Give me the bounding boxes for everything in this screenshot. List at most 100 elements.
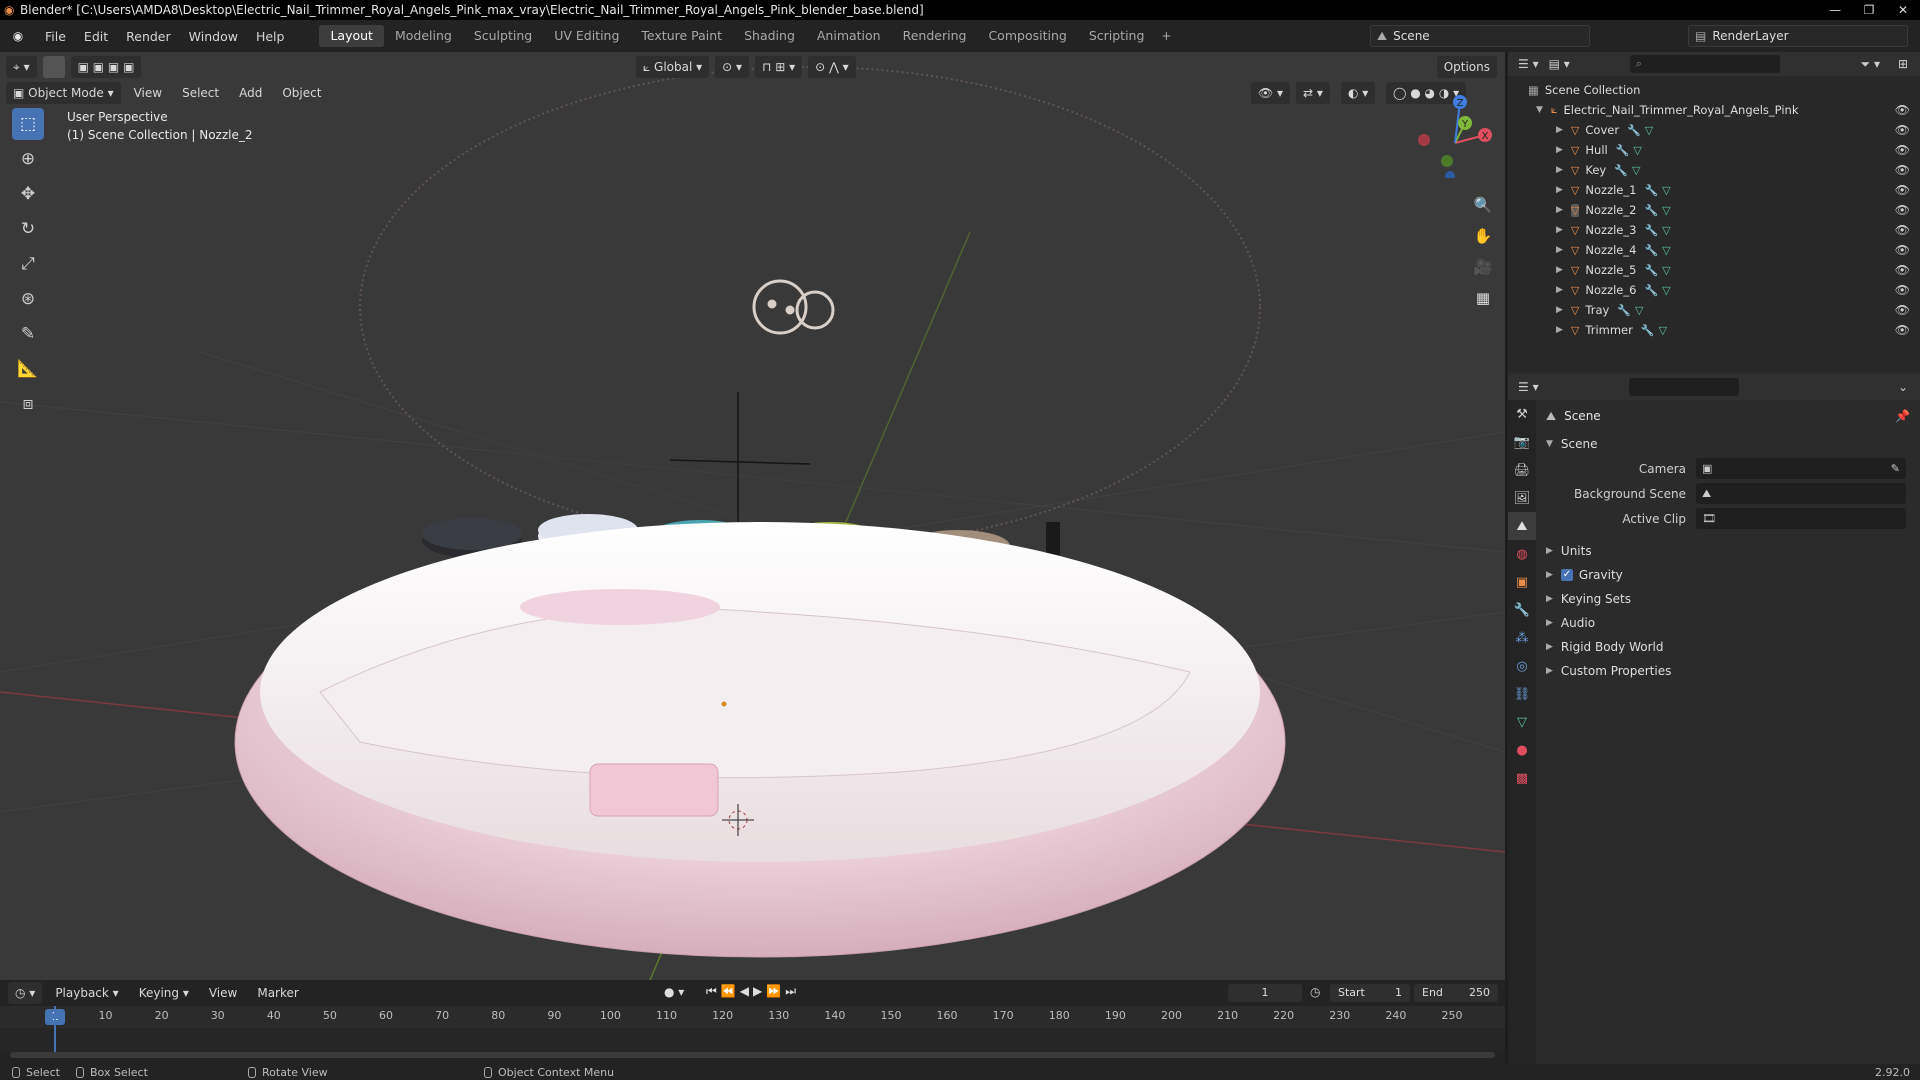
chevron-right-icon[interactable]: ▶	[1556, 225, 1563, 235]
overlay-toggle-button[interactable]: ◐ ▾	[1341, 82, 1376, 104]
data-tab-icon[interactable]: ▽	[1508, 708, 1536, 736]
render-tab-icon[interactable]: 📷	[1508, 428, 1536, 456]
gravity-checkbox[interactable]: ✓	[1560, 569, 1573, 581]
chevron-right-icon[interactable]: ▶	[1556, 165, 1563, 175]
mesh-data-icon[interactable]: ▽	[1635, 304, 1643, 317]
visibility-filter-button[interactable]: 👁 ▾	[1251, 82, 1291, 104]
eyedropper-icon[interactable]: ✎	[1891, 462, 1900, 475]
current-frame-field[interactable]: 1	[1228, 984, 1302, 1002]
rotate-tool-icon[interactable]: ↻	[12, 213, 44, 245]
outliner-search-input[interactable]: ⌕	[1629, 55, 1780, 73]
menu-edit[interactable]: Edit	[75, 29, 117, 44]
transform-tool-icon[interactable]: ⊛	[12, 283, 44, 315]
add-workspace-icon[interactable]: +	[1155, 25, 1177, 47]
visibility-eye-icon[interactable]: 👁	[1895, 203, 1910, 217]
gizmo-toggle-button[interactable]: ⇄ ▾	[1296, 82, 1330, 104]
camera-view-icon[interactable]: 🎥	[1468, 252, 1498, 282]
mesh-data-icon[interactable]: ▽	[1662, 224, 1670, 237]
snap-button[interactable]: ⊓ ⊞ ▾	[755, 56, 803, 78]
chevron-right-icon[interactable]: ▶	[1556, 245, 1563, 255]
scene-tab-icon[interactable]: ⛰	[1508, 512, 1536, 540]
visibility-eye-icon[interactable]: 👁	[1895, 323, 1910, 337]
tool-tab-icon[interactable]: ⚒	[1508, 400, 1536, 428]
mesh-data-icon[interactable]: ▽	[1662, 284, 1670, 297]
mesh-data-icon[interactable]: ▽	[1662, 244, 1670, 257]
modifier-icon[interactable]: 🔧	[1644, 224, 1658, 237]
chevron-right-icon[interactable]: ▶	[1556, 185, 1563, 195]
menu-playback[interactable]: Playback ▾	[48, 982, 125, 1004]
measure-tool-icon[interactable]: 📐	[12, 353, 44, 385]
visibility-eye-icon[interactable]: 👁	[1895, 283, 1910, 297]
mesh-data-icon[interactable]: ▽	[1662, 204, 1670, 217]
next-keyframe-icon[interactable]: ⏩	[766, 984, 785, 998]
chevron-down-icon[interactable]: ▼	[1536, 105, 1543, 115]
modifier-icon[interactable]: 🔧	[1644, 184, 1658, 197]
add-cube-tool-icon[interactable]: ⧈	[12, 388, 44, 420]
constraints-tab-icon[interactable]: ⛓	[1508, 680, 1536, 708]
modifier-tab-icon[interactable]: 🔧	[1508, 596, 1536, 624]
scale-tool-icon[interactable]: ⤢	[12, 248, 44, 280]
mesh-data-icon[interactable]: ▽	[1645, 124, 1653, 137]
chevron-right-icon[interactable]: ▶	[1556, 205, 1563, 215]
outliner-row-object[interactable]: ▶ ▽ Nozzle_4 🔧 ▽ 👁	[1508, 240, 1920, 260]
view-layer-tab-icon[interactable]: 🖼	[1508, 484, 1536, 512]
options-button[interactable]: Options	[1436, 56, 1497, 78]
cursor-tool-icon[interactable]: ⊕	[12, 143, 44, 175]
outliner-row-object[interactable]: ▶ ▽ Hull 🔧 ▽ 👁	[1508, 140, 1920, 160]
tab-modeling[interactable]: Modeling	[384, 25, 463, 47]
jump-end-icon[interactable]: ⏭	[785, 984, 800, 998]
tab-compositing[interactable]: Compositing	[977, 25, 1077, 47]
material-tab-icon[interactable]: ●	[1508, 736, 1536, 764]
close-button[interactable]: ✕	[1886, 0, 1920, 20]
panel-units[interactable]: ▶ Units	[1536, 539, 1920, 563]
visibility-eye-icon[interactable]: 👁	[1895, 263, 1910, 277]
mesh-data-icon[interactable]: ▽	[1633, 144, 1641, 157]
chevron-right-icon[interactable]: ▶	[1556, 325, 1563, 335]
proportional-edit-button[interactable]: ⊙ ⋀ ▾	[808, 56, 856, 78]
visibility-eye-icon[interactable]: 👁	[1895, 183, 1910, 197]
select-mode-button[interactable]	[42, 56, 65, 78]
modifier-icon[interactable]: 🔧	[1644, 264, 1658, 277]
modifier-icon[interactable]: 🔧	[1616, 144, 1630, 157]
output-tab-icon[interactable]: 🖨	[1508, 456, 1536, 484]
modifier-icon[interactable]: 🔧	[1641, 324, 1655, 337]
visibility-eye-icon[interactable]: 👁	[1895, 123, 1910, 137]
properties-search-input[interactable]	[1628, 378, 1739, 396]
tab-layout[interactable]: Layout	[319, 25, 384, 47]
texture-tab-icon[interactable]: ▩	[1508, 764, 1536, 792]
outliner-row-object[interactable]: ▶ ▽ Nozzle_3 🔧 ▽ 👁	[1508, 220, 1920, 240]
scene-selector[interactable]: ⛰ Scene	[1370, 25, 1590, 47]
menu-object[interactable]: Object	[275, 82, 328, 104]
tab-texture-paint[interactable]: Texture Paint	[630, 25, 733, 47]
chevron-right-icon[interactable]: ▶	[1556, 285, 1563, 295]
visibility-eye-icon[interactable]: 👁	[1895, 243, 1910, 257]
end-frame-field[interactable]: End 250	[1414, 984, 1498, 1002]
maximize-button[interactable]: ❐	[1852, 0, 1886, 20]
outliner-row-object[interactable]: ▶ ▽ Nozzle_2 🔧 ▽ 👁	[1508, 200, 1920, 220]
menu-select[interactable]: Select	[175, 82, 226, 104]
prev-keyframe-icon[interactable]: ⏪	[721, 984, 740, 998]
physics-tab-icon[interactable]: ◎	[1508, 652, 1536, 680]
timeline-ruler[interactable]: 1102030405060708090100110120130140150160…	[0, 1006, 1505, 1028]
select-box-tool-icon[interactable]: ⬚	[12, 108, 44, 140]
outliner-row-object[interactable]: ▶ ▽ Tray 🔧 ▽ 👁	[1508, 300, 1920, 320]
properties-editor-icon[interactable]: ☰ ▾	[1518, 380, 1539, 394]
panel-rigid-body-world[interactable]: ▶ Rigid Body World	[1536, 635, 1920, 659]
zoom-icon[interactable]: 🔍	[1468, 190, 1498, 220]
object-tab-icon[interactable]: ▣	[1508, 568, 1536, 596]
timeline-scrollbar[interactable]	[10, 1052, 1495, 1058]
outliner-row-object[interactable]: ▶ ▽ Nozzle_6 🔧 ▽ 👁	[1508, 280, 1920, 300]
filter-icon[interactable]: ⏷ ▾	[1861, 57, 1880, 72]
new-collection-icon[interactable]: ⊞	[1898, 57, 1908, 71]
clock-icon[interactable]: ◷	[1310, 985, 1320, 999]
outliner-row-object[interactable]: ▶ ▽ Key 🔧 ▽ 👁	[1508, 160, 1920, 180]
mesh-data-icon[interactable]: ▽	[1662, 264, 1670, 277]
camera-field[interactable]: ▣ ✎	[1696, 458, 1906, 479]
pan-hand-icon[interactable]: ✋	[1468, 221, 1498, 251]
tab-shading[interactable]: Shading	[733, 25, 806, 47]
tab-rendering[interactable]: Rendering	[892, 25, 978, 47]
modifier-icon[interactable]: 🔧	[1627, 124, 1641, 137]
chevron-right-icon[interactable]: ▶	[1556, 305, 1563, 315]
perspective-grid-icon[interactable]: ▦	[1468, 283, 1498, 313]
tab-uv-editing[interactable]: UV Editing	[543, 25, 630, 47]
